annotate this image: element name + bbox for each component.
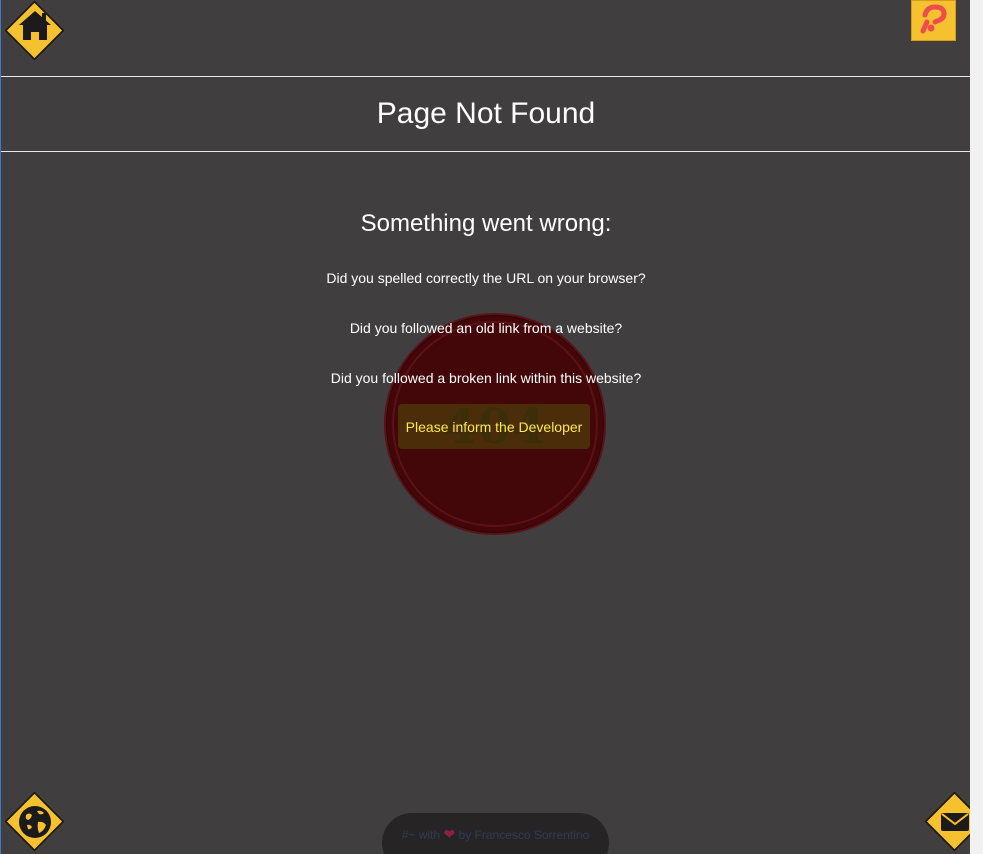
question-url: Did you spelled correctly the URL on you… xyxy=(326,270,646,286)
question-broken-link: Did you followed a broken link within th… xyxy=(330,370,642,386)
footer-text: #~ with ❤ by Francesco Sorrentino xyxy=(382,827,609,842)
footer-credit: #~ with ❤ by Francesco Sorrentino xyxy=(382,813,609,854)
page-title: Page Not Found xyxy=(376,97,596,130)
home-button[interactable] xyxy=(4,0,66,62)
header-divider-bottom xyxy=(1,151,970,152)
footer-prefix: #~ with xyxy=(401,828,441,842)
question-old-link: Did you followed an old link from a webs… xyxy=(349,320,623,336)
mail-icon xyxy=(941,813,969,831)
header-divider-top xyxy=(1,76,970,77)
help-icon xyxy=(920,4,947,34)
home-icon xyxy=(19,11,51,40)
page: Page Not Found 404 Something went wrong:… xyxy=(0,0,970,854)
error-subtitle: Something went wrong: xyxy=(360,210,612,237)
help-button[interactable] xyxy=(911,0,956,41)
heart-icon: ❤ xyxy=(443,826,456,842)
mail-button[interactable] xyxy=(924,791,970,853)
globe-button[interactable] xyxy=(4,791,66,853)
globe-icon xyxy=(19,806,51,838)
footer-author: by Francesco Sorrentino xyxy=(458,828,590,842)
inform-developer-button[interactable]: Please inform the Developer xyxy=(398,404,590,449)
scrollbar[interactable] xyxy=(970,0,983,854)
